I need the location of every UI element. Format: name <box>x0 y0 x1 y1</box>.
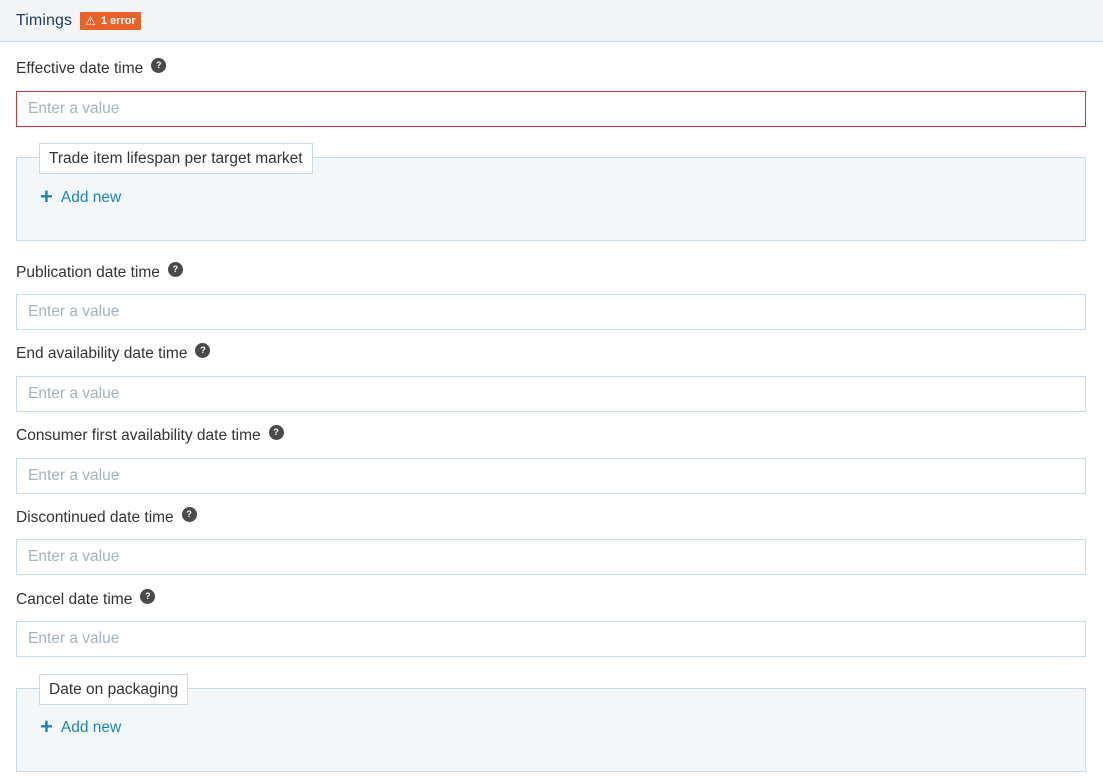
publication-date-time-label-row: Publication date time ? <box>16 261 183 282</box>
help-icon[interactable]: ? <box>151 57 167 73</box>
end-availability-date-time-input[interactable] <box>16 376 1086 412</box>
end-availability-date-time-label: End availability date time <box>16 345 188 362</box>
date-on-packaging-add-button[interactable]: + Add new <box>40 714 122 739</box>
help-icon[interactable]: ? <box>268 424 284 440</box>
publication-date-time-input[interactable] <box>16 294 1086 330</box>
effective-date-time-label-row: Effective date time ? <box>16 57 167 78</box>
help-icon[interactable]: ? <box>140 588 156 604</box>
cancel-date-time-label: Cancel date time <box>16 591 133 608</box>
help-icon[interactable]: ? <box>167 261 183 277</box>
cancel-date-time-input[interactable] <box>16 621 1086 657</box>
help-icon[interactable]: ? <box>195 342 211 358</box>
consumer-first-availability-date-time-label-row: Consumer first availability date time ? <box>16 424 284 445</box>
effective-date-time-input[interactable] <box>16 91 1086 127</box>
trade-item-lifespan-add-button[interactable]: + Add new <box>40 184 122 209</box>
add-new-label: Add new <box>60 189 122 206</box>
consumer-first-availability-date-time-input[interactable] <box>16 458 1086 494</box>
effective-date-time-label: Effective date time <box>16 60 144 77</box>
date-on-packaging-legend: Date on packaging <box>39 674 189 705</box>
trade-item-lifespan-legend: Trade item lifespan per target market <box>39 143 313 174</box>
section-title: Timings <box>16 11 73 29</box>
error-badge[interactable]: ⚠ 1 error <box>80 11 141 30</box>
discontinued-date-time-label: Discontinued date time <box>16 509 174 526</box>
section-header[interactable]: Timings ⚠ 1 error <box>0 0 1103 42</box>
error-badge-label: 1 error <box>100 14 136 27</box>
plus-icon: + <box>40 714 53 739</box>
consumer-first-availability-date-time-label: Consumer first availability date time <box>16 427 261 444</box>
warning-icon: ⚠ <box>85 13 96 28</box>
plus-icon: + <box>40 184 53 209</box>
discontinued-date-time-label-row: Discontinued date time ? <box>16 506 197 527</box>
cancel-date-time-label-row: Cancel date time ? <box>16 588 156 609</box>
end-availability-date-time-label-row: End availability date time ? <box>16 342 211 363</box>
help-icon[interactable]: ? <box>181 506 197 522</box>
discontinued-date-time-input[interactable] <box>16 539 1086 575</box>
add-new-label: Add new <box>60 719 122 736</box>
publication-date-time-label: Publication date time <box>16 264 160 281</box>
